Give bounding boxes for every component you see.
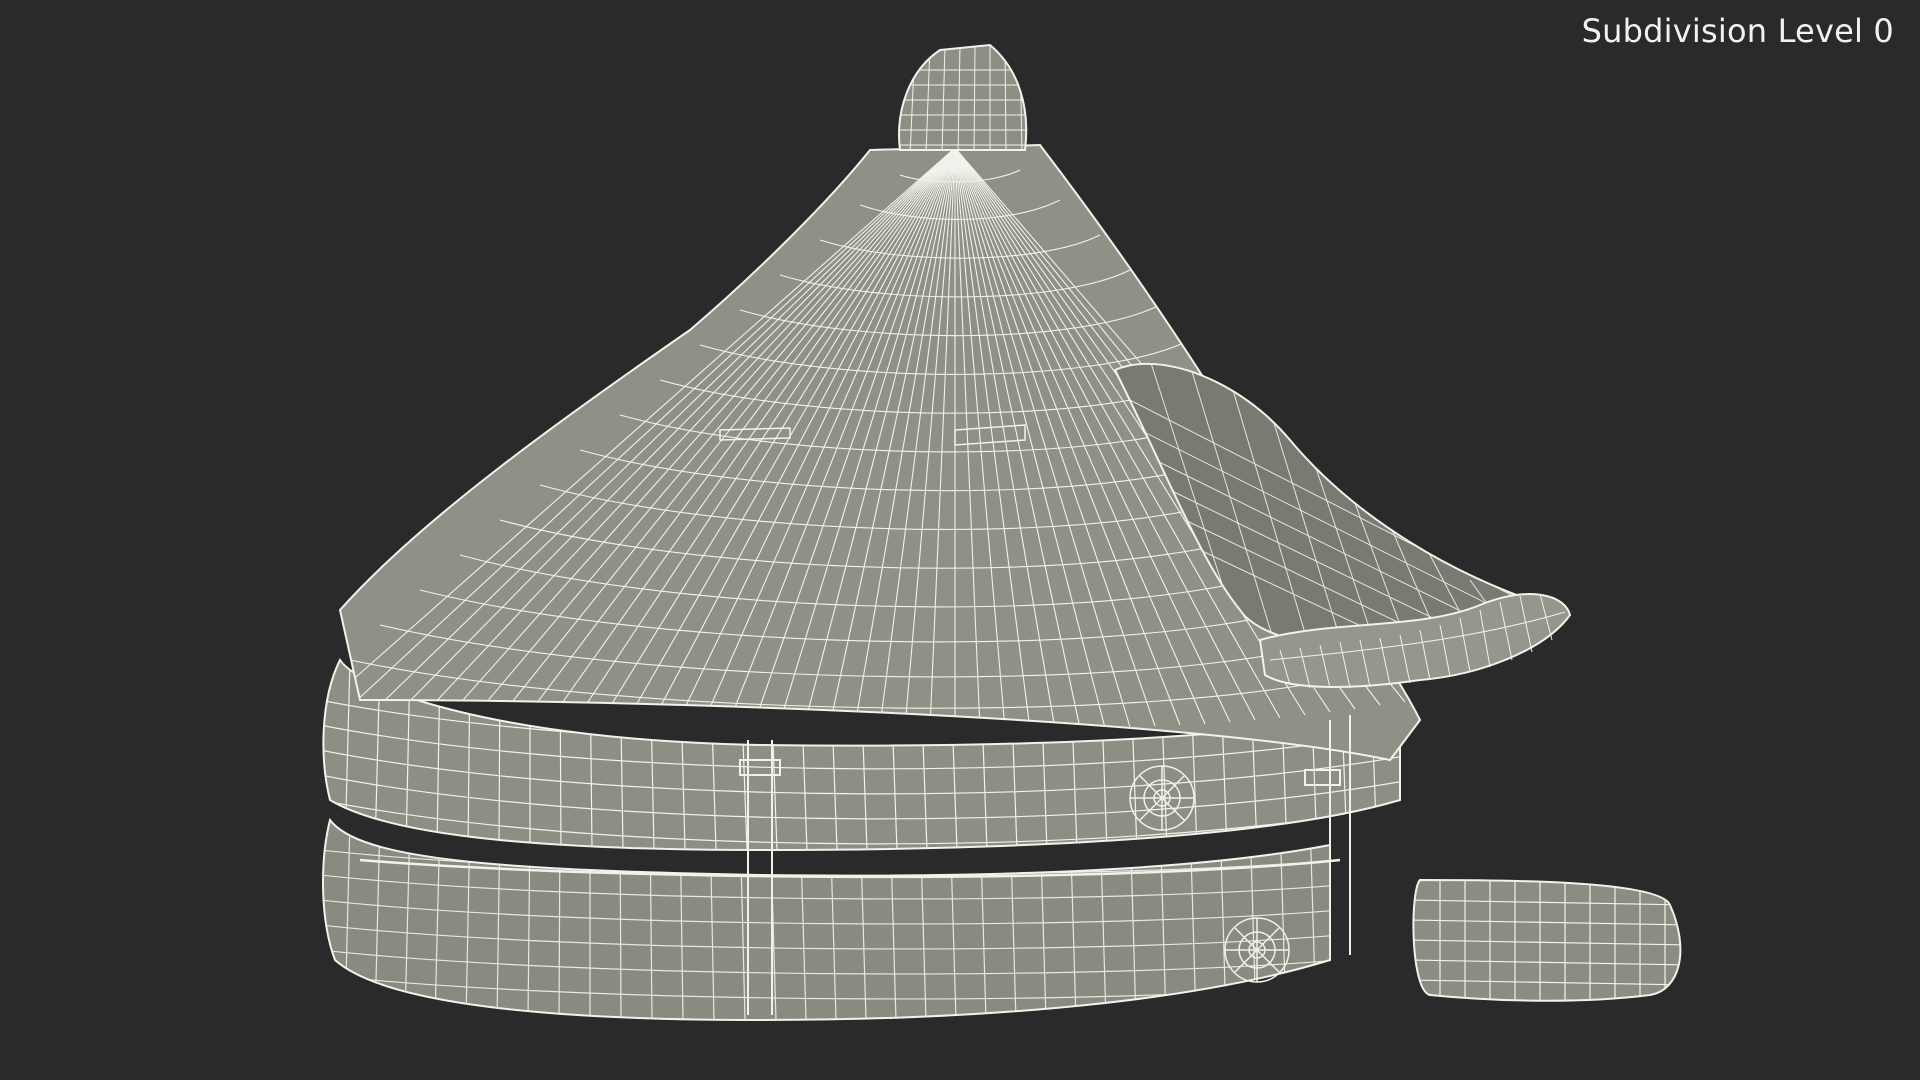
render-viewport: Subdivision Level 0 [0, 0, 1920, 1080]
liferaft-wireframe-icon [322, 43, 1682, 1022]
subdivision-level-label: Subdivision Level 0 [1581, 12, 1894, 50]
